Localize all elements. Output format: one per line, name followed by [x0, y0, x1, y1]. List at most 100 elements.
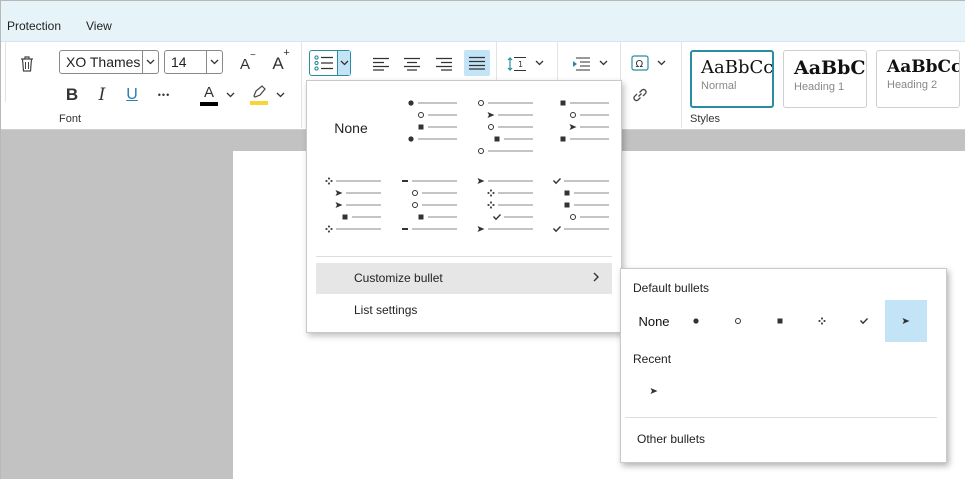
list-settings-item[interactable]: List settings — [316, 295, 612, 326]
style-name: Normal — [701, 80, 737, 92]
square-icon — [777, 318, 783, 324]
chevron-down-icon[interactable] — [337, 51, 350, 75]
default-bullet-filled-circle[interactable] — [675, 300, 717, 342]
page-break-icon — [573, 57, 590, 71]
divider — [557, 42, 558, 82]
bullet-option-3[interactable] — [541, 89, 617, 167]
menu-bar: Protection View — [1, 1, 965, 42]
align-center-icon — [404, 57, 420, 71]
justify-icon — [469, 56, 485, 70]
divider — [316, 256, 612, 257]
font-size-combo[interactable]: 14 — [164, 50, 223, 74]
arrow-icon — [650, 388, 658, 394]
default-bullet-none[interactable]: None — [633, 300, 675, 342]
grow-font-icon: A + — [272, 47, 290, 73]
customize-bullet-submenu: Default bullets None Recent Other bullet… — [620, 268, 947, 463]
page-break-button[interactable] — [569, 52, 595, 76]
bullet-option-4[interactable] — [313, 167, 389, 245]
font-group-label: Font — [59, 113, 82, 125]
italic-button[interactable]: I — [91, 84, 113, 106]
font-color-button[interactable]: A — [197, 82, 221, 108]
bullet-option-2[interactable] — [465, 89, 541, 167]
bullet-library-dropdown: None Customize bullet List settings — [306, 80, 622, 333]
bullet-option-6[interactable] — [465, 167, 541, 245]
chevron-down-icon[interactable] — [273, 86, 287, 104]
other-bullets-item[interactable]: Other bullets — [621, 424, 946, 454]
hyperlink-button[interactable] — [629, 84, 651, 106]
align-left-button[interactable] — [369, 52, 393, 76]
style-normal-card[interactable]: AaBbCc Normal — [690, 50, 774, 108]
highlight-button[interactable] — [247, 82, 271, 108]
divider — [625, 417, 937, 418]
chevron-down-icon[interactable] — [655, 54, 667, 72]
more-font-options-button[interactable]: ••• — [152, 84, 176, 106]
bullet-none-label: None — [334, 120, 368, 136]
chevron-down-icon[interactable] — [142, 51, 158, 73]
symbol-button[interactable]: Ω — [629, 52, 651, 74]
customize-bullet-label: Customize bullet — [354, 271, 443, 285]
chevron-down-icon[interactable] — [597, 54, 609, 72]
bullet-option-5[interactable] — [389, 167, 465, 245]
bold-icon: B — [65, 85, 79, 104]
chevron-down-icon[interactable] — [223, 86, 237, 104]
menu-view[interactable]: View — [86, 19, 112, 33]
chevron-down-icon[interactable] — [533, 54, 545, 72]
line-spacing-icon: 1 — [507, 56, 526, 72]
filled-circle-icon — [693, 318, 699, 324]
style-name: Heading 2 — [887, 79, 938, 91]
divider — [301, 42, 302, 128]
svg-text:Ω: Ω — [636, 59, 644, 70]
divider — [5, 42, 6, 102]
divider — [496, 42, 497, 82]
default-bullets-heading: Default bullets — [633, 281, 710, 295]
align-right-button[interactable] — [432, 52, 456, 76]
default-bullet-check[interactable] — [843, 300, 885, 342]
shrink-font-icon: A − — [239, 49, 256, 73]
default-bullet-arrow[interactable] — [885, 300, 927, 342]
align-right-icon — [436, 57, 452, 71]
style-preview: AaBbC — [794, 57, 866, 79]
font-name-combo[interactable]: XO Thames — [59, 50, 159, 74]
font-name-value: XO Thames — [66, 54, 141, 70]
font-size-value: 14 — [171, 54, 187, 70]
arrow-icon — [902, 318, 910, 324]
styles-group-label: Styles — [690, 113, 720, 125]
line-spacing-button[interactable]: 1 — [504, 52, 530, 76]
bullet-option-none[interactable]: None — [313, 89, 389, 167]
recent-heading: Recent — [633, 352, 672, 366]
bullet-option-7[interactable] — [541, 167, 617, 245]
menu-protection[interactable]: Protection — [7, 19, 61, 33]
customize-bullet-item[interactable]: Customize bullet — [316, 263, 612, 294]
style-preview: AaBbCc — [887, 57, 960, 77]
bullet-option-1[interactable] — [389, 89, 465, 167]
grow-font-button[interactable]: A + — [265, 47, 291, 76]
open-circle-icon — [735, 318, 741, 324]
default-bullet-square[interactable] — [759, 300, 801, 342]
chevron-right-icon — [593, 263, 600, 294]
bullets-button[interactable] — [309, 50, 351, 76]
chevron-down-icon[interactable] — [206, 51, 222, 73]
highlight-color-swatch — [250, 101, 268, 105]
bold-button[interactable]: B — [61, 84, 83, 106]
justify-button[interactable] — [464, 50, 490, 76]
align-left-icon — [373, 57, 389, 71]
omega-icon: Ω — [631, 55, 649, 71]
recent-bullet-arrow[interactable] — [633, 370, 675, 412]
diamond4-icon — [818, 317, 826, 325]
style-heading1-card[interactable]: AaBbC Heading 1 — [783, 50, 867, 108]
font-color-icon: A — [203, 83, 214, 101]
delete-icon[interactable] — [15, 52, 39, 76]
style-heading2-card[interactable]: AaBbCc Heading 2 — [876, 50, 960, 108]
style-preview: AaBbCc — [701, 57, 774, 78]
link-icon — [633, 88, 647, 102]
default-bullet-open-circle[interactable] — [717, 300, 759, 342]
list-settings-label: List settings — [354, 303, 418, 317]
other-bullets-label: Other bullets — [637, 432, 706, 446]
shrink-font-button[interactable]: A − — [233, 49, 257, 76]
more-icon: ••• — [157, 90, 171, 100]
highlighter-icon — [253, 85, 266, 98]
align-center-button[interactable] — [400, 52, 424, 76]
underline-button[interactable]: U — [121, 84, 143, 106]
bullet-list-icon[interactable] — [310, 51, 337, 75]
default-bullet-diamond4[interactable] — [801, 300, 843, 342]
